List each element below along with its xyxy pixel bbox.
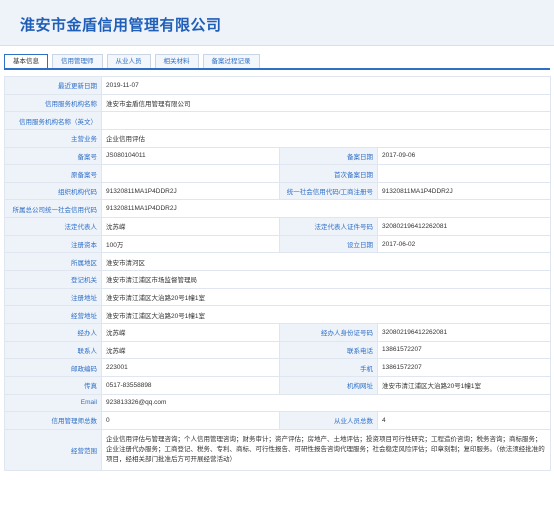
value-reg-authority: 淮安市清江浦区市场监督管理局 <box>100 270 552 289</box>
info-table: 最近更新日期 2019-11-07 信用服务机构名称 淮安市金盾信用管理有限公司… <box>4 76 552 471</box>
table-row: 备案号 JS080104011 备案日期 2017-09-06 <box>4 146 552 166</box>
value-website: 淮安市清江浦区大治路20号1幢1室 <box>376 375 552 395</box>
table-row: 经办人 沈苏嵘 经办人身份证号码 320802196412262081 <box>4 322 552 342</box>
label-org-name-en: 信用服务机构名称（英文） <box>4 111 102 130</box>
value-org-name-en <box>100 111 552 130</box>
value-contact: 沈苏嵘 <box>101 340 280 360</box>
label-website: 机构网址 <box>279 375 378 395</box>
label-credit-mgr-count: 信用管理师总数 <box>4 411 102 430</box>
label-handler: 经办人 <box>4 322 102 342</box>
table-row: 联系人 沈苏嵘 联系电话 13861572207 <box>4 340 552 360</box>
value-handler-id: 320802196412262081 <box>376 322 552 342</box>
label-region: 所属地区 <box>4 252 102 272</box>
value-email: 923813326@qq.com <box>100 393 552 413</box>
label-uscc: 统一社会信用代码/工商注册号 <box>279 181 378 201</box>
table-row: Email 923813326@qq.com <box>4 393 552 413</box>
value-postcode: 223001 <box>101 358 280 377</box>
value-legal-rep-id: 320802196412262081 <box>376 217 552 236</box>
label-fax: 传真 <box>4 375 102 395</box>
header: 淮安市金盾信用管理有限公司 <box>0 0 554 46</box>
label-biz-address: 经营地址 <box>4 305 102 324</box>
label-legal-rep-id: 法定代表人证件号码 <box>279 217 378 236</box>
table-row: 信用管理师总数 0 从业人员总数 4 <box>4 411 552 430</box>
table-row: 传真 0517-83558898 机构网址 淮安市清江浦区大治路20号1幢1室 <box>4 375 552 395</box>
value-handler: 沈苏嵘 <box>101 322 280 342</box>
label-record-date: 备案日期 <box>279 146 378 166</box>
table-row: 注册地址 淮安市清江浦区大治路20号1幢1室 <box>4 287 552 307</box>
tab-materials[interactable]: 相关材料 <box>154 54 199 68</box>
label-reg-authority: 登记机关 <box>4 270 102 289</box>
table-row: 主营业务 企业信用评估 <box>4 128 552 148</box>
value-founded: 2017-06-02 <box>376 234 552 254</box>
value-first-record-date <box>376 164 552 183</box>
value-region: 淮安市清河区 <box>100 252 552 272</box>
value-record-no: JS080104011 <box>101 146 280 166</box>
value-last-update: 2019-11-07 <box>100 76 552 95</box>
tab-staff[interactable]: 从业人员 <box>106 54 151 68</box>
table-row: 原备案号 首次备案日期 <box>4 164 552 183</box>
table-row: 所属总公司统一社会信用代码 91320811MA1P4DDR2J <box>4 199 552 219</box>
label-mobile: 手机 <box>279 358 378 377</box>
table-row: 经营地址 淮安市清江浦区大治路20号1幢1室 <box>4 305 552 324</box>
value-mobile: 13861572207 <box>376 358 552 377</box>
table-row: 所属地区 淮安市清河区 <box>4 252 552 272</box>
label-record-no: 备案号 <box>4 146 102 166</box>
value-reg-address: 淮安市清江浦区大治路20号1幢1室 <box>100 287 552 307</box>
value-biz-address: 淮安市清江浦区大治路20号1幢1室 <box>100 305 552 324</box>
label-staff-count: 从业人员总数 <box>279 411 378 430</box>
table-row: 信用服务机构名称（英文） <box>4 111 552 130</box>
value-credit-mgr-count: 0 <box>101 411 280 430</box>
value-orig-record-no <box>101 164 280 183</box>
label-reg-capital: 注册资本 <box>4 234 102 254</box>
label-first-record-date: 首次备案日期 <box>279 164 378 183</box>
value-staff-count: 4 <box>376 411 552 430</box>
label-last-update: 最近更新日期 <box>4 76 102 95</box>
label-orig-record-no: 原备案号 <box>4 164 102 183</box>
value-record-date: 2017-09-06 <box>376 146 552 166</box>
page: 淮安市金盾信用管理有限公司 基本信息 信用管理师 从业人员 相关材料 备案过程记… <box>0 0 554 511</box>
value-scope: 企业信用评估与管理咨询；个人信用管理咨询；财务审计；资产评估；房地产、土地评估；… <box>100 428 552 471</box>
label-contact-phone: 联系电话 <box>279 340 378 360</box>
tab-credit-managers[interactable]: 信用管理师 <box>52 54 103 68</box>
table-row: 邮政编码 223001 手机 13861572207 <box>4 358 552 377</box>
table-row: 登记机关 淮安市清江浦区市场监督管理局 <box>4 270 552 289</box>
value-org-code: 91320811MA1P4DDR2J <box>101 181 280 201</box>
table-row: 注册资本 100万 设立日期 2017-06-02 <box>4 234 552 254</box>
tab-basic-info[interactable]: 基本信息 <box>4 54 48 68</box>
label-handler-id: 经办人身份证号码 <box>279 322 378 342</box>
label-email: Email <box>4 393 102 413</box>
value-fax: 0517-83558898 <box>101 375 280 395</box>
value-uscc: 91320811MA1P4DDR2J <box>376 181 552 201</box>
value-main-business: 企业信用评估 <box>100 128 552 148</box>
tab-bar: 基本信息 信用管理师 从业人员 相关材料 备案过程记录 <box>4 54 550 70</box>
table-row: 信用服务机构名称 淮安市金盾信用管理有限公司 <box>4 93 552 113</box>
label-legal-rep: 法定代表人 <box>4 217 102 236</box>
label-scope: 经营范围 <box>4 428 102 471</box>
table-row: 经营范围 企业信用评估与管理咨询；个人信用管理咨询；财务审计；资产评估；房地产、… <box>4 428 552 471</box>
table-row: 最近更新日期 2019-11-07 <box>4 76 552 95</box>
label-contact: 联系人 <box>4 340 102 360</box>
company-title: 淮安市金盾信用管理有限公司 <box>20 17 222 34</box>
table-row: 组织机构代码 91320811MA1P4DDR2J 统一社会信用代码/工商注册号… <box>4 181 552 201</box>
tab-record-history[interactable]: 备案过程记录 <box>202 54 260 68</box>
table-row: 法定代表人 沈苏嵘 法定代表人证件号码 320802196412262081 <box>4 217 552 236</box>
value-legal-rep: 沈苏嵘 <box>101 217 280 236</box>
value-parent-uscc: 91320811MA1P4DDR2J <box>100 199 552 219</box>
value-org-name: 淮安市金盾信用管理有限公司 <box>100 93 552 113</box>
label-postcode: 邮政编码 <box>4 358 102 377</box>
value-contact-phone: 13861572207 <box>376 340 552 360</box>
label-org-name: 信用服务机构名称 <box>4 93 102 113</box>
value-reg-capital: 100万 <box>101 234 280 254</box>
label-main-business: 主营业务 <box>4 128 102 148</box>
label-founded: 设立日期 <box>279 234 378 254</box>
label-org-code: 组织机构代码 <box>4 181 102 201</box>
label-parent-uscc: 所属总公司统一社会信用代码 <box>4 199 102 219</box>
label-reg-address: 注册地址 <box>4 287 102 307</box>
